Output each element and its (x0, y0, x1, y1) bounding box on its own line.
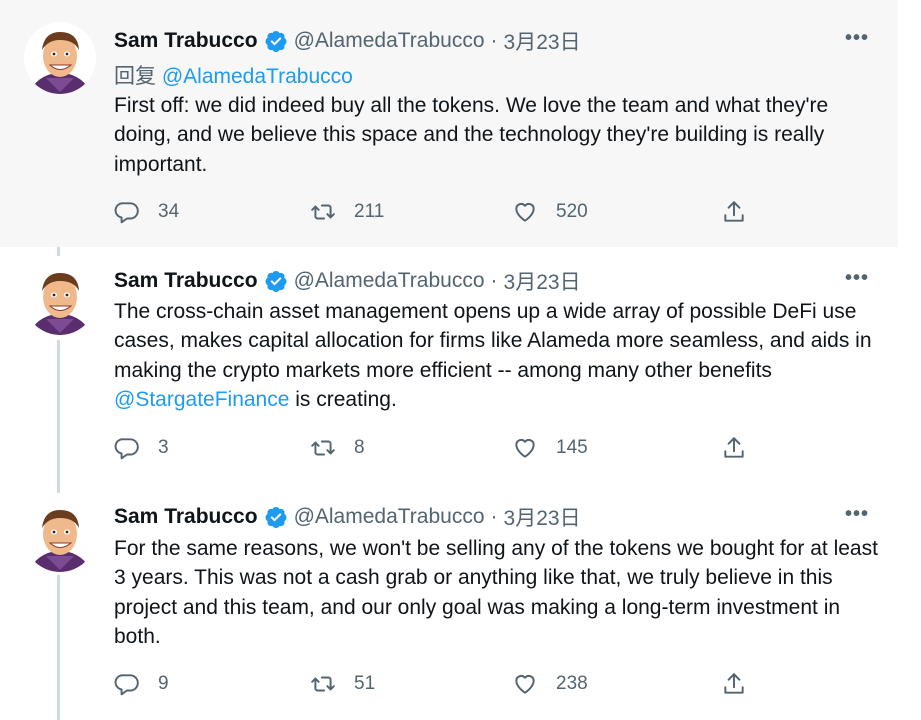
avatar[interactable] (24, 263, 96, 335)
share-icon (724, 437, 744, 458)
reply-icon (114, 202, 139, 224)
reply-count: 34 (158, 201, 180, 222)
reply-button[interactable]: 34 (114, 199, 179, 225)
mention-link[interactable]: @StargateFinance (114, 388, 289, 411)
retweet-count: 211 (354, 201, 385, 222)
like-count: 238 (556, 673, 588, 694)
share-icon (724, 673, 744, 694)
reply-prefix: 回复 (114, 65, 156, 88)
verified-badge-icon (265, 507, 287, 528)
more-icon[interactable]: ••• (845, 503, 869, 526)
tweet-actions: 34 211 520 (114, 199, 764, 229)
author-name[interactable]: Sam Trabucco (114, 505, 258, 529)
tweet[interactable]: Sam Trabucco @AlamedaTrabucco · 3月23日 ••… (0, 484, 898, 720)
tweet-actions: 3 8 145 (114, 435, 764, 465)
tweet-text: For the same reasons, we won't be sellin… (114, 537, 878, 648)
separator-dot: · (490, 29, 498, 52)
retweet-button[interactable]: 211 (310, 199, 384, 225)
like-icon (515, 438, 535, 458)
share-button[interactable] (721, 199, 765, 225)
avatar[interactable] (24, 22, 96, 94)
tweet[interactable]: Sam Trabucco @AlamedaTrabucco · 3月23日 ••… (0, 247, 898, 484)
tweet-text: The cross-chain asset management opens u… (114, 297, 884, 414)
tweet-text: First off: we did indeed buy all the tok… (114, 94, 829, 176)
tweet-text-part: is creating. (289, 387, 397, 411)
retweet-count: 51 (354, 673, 376, 694)
retweet-count: 8 (354, 437, 365, 458)
reply-to-line: 回复 @AlamedaTrabucco (114, 60, 353, 90)
tweet-text-part: The cross-chain asset management opens u… (114, 300, 872, 382)
retweet-icon (311, 676, 335, 692)
reply-count: 3 (158, 437, 169, 458)
tweet-date[interactable]: 3月23日 (504, 26, 581, 56)
more-icon[interactable]: ••• (845, 267, 869, 290)
retweet-button[interactable]: 8 (310, 435, 365, 461)
separator-dot: · (490, 505, 498, 528)
author-handle[interactable]: @AlamedaTrabucco (294, 505, 485, 529)
like-button[interactable]: 520 (512, 199, 588, 225)
tweet-actions: 9 51 238 (114, 671, 764, 701)
reply-to-mention[interactable]: @AlamedaTrabucco (162, 65, 353, 88)
author-name[interactable]: Sam Trabucco (114, 269, 258, 293)
share-button[interactable] (721, 671, 765, 697)
share-button[interactable] (721, 435, 765, 461)
author-handle[interactable]: @AlamedaTrabucco (294, 269, 485, 293)
like-icon (515, 202, 535, 222)
reply-button[interactable]: 9 (114, 671, 169, 697)
tweet-header: Sam Trabucco @AlamedaTrabucco · 3月23日 (114, 26, 581, 56)
author-handle[interactable]: @AlamedaTrabucco (294, 29, 485, 53)
reply-count: 9 (158, 673, 169, 694)
reply-icon (114, 438, 139, 460)
like-button[interactable]: 238 (512, 671, 588, 697)
like-icon (515, 674, 535, 694)
tweet-header: Sam Trabucco @AlamedaTrabucco · 3月23日 (114, 266, 581, 296)
share-icon (724, 201, 744, 222)
verified-badge-icon (265, 31, 287, 52)
retweet-icon (311, 204, 335, 220)
tweet-date[interactable]: 3月23日 (504, 502, 581, 532)
more-icon[interactable]: ••• (845, 27, 869, 50)
separator-dot: · (490, 269, 498, 292)
avatar[interactable] (24, 500, 96, 572)
reply-button[interactable]: 3 (114, 435, 169, 461)
like-button[interactable]: 145 (512, 435, 588, 461)
tweet-date[interactable]: 3月23日 (504, 266, 581, 296)
tweet-header: Sam Trabucco @AlamedaTrabucco · 3月23日 (114, 502, 581, 532)
tweet[interactable]: Sam Trabucco @AlamedaTrabucco · 3月23日 ••… (0, 0, 898, 247)
retweet-button[interactable]: 51 (310, 671, 375, 697)
verified-badge-icon (265, 271, 287, 292)
like-count: 520 (556, 201, 588, 222)
like-count: 145 (556, 437, 588, 458)
author-name[interactable]: Sam Trabucco (114, 29, 258, 53)
retweet-icon (311, 440, 335, 456)
reply-icon (114, 674, 139, 696)
